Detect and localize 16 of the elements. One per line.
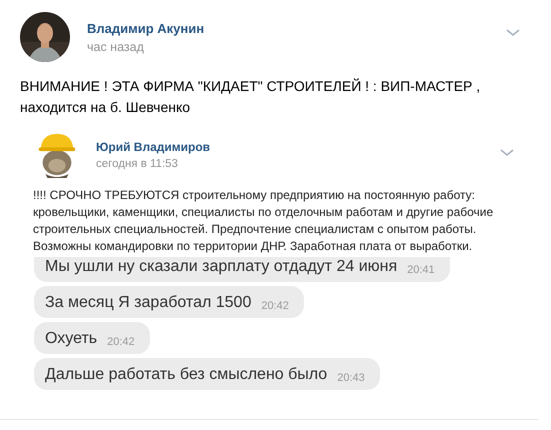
message-text: За месяц Я заработал 1500 bbox=[45, 294, 252, 312]
post-time: час назад bbox=[87, 40, 145, 54]
message-text: Охуеть bbox=[45, 330, 98, 348]
chevron-down-icon[interactable] bbox=[499, 148, 515, 158]
message-time: 20:42 bbox=[107, 336, 135, 348]
message-time: 20:43 bbox=[337, 372, 365, 384]
author-name[interactable]: Владимир Акунин bbox=[87, 20, 505, 36]
repost-text: !!!! СРОЧНО ТРЕБУЮТСЯ строительному предприятию на постоянную работу: кровельщики, каменщики, специалисты по отделочным работам и другие рабочие строительных специальностей. Предпочтение специалистам с опытом работы. Возможны командировки по территории ДНР. Заработная плата от выработки. bbox=[33, 187, 494, 255]
chevron-down-icon[interactable] bbox=[505, 28, 521, 38]
post-text: ВНИМАНИЕ ! ЭТА ФИРМА "КИДАЕТ" СТРОИТЕЛЕЙ ! : ВИП-МАСТЕР , находится на б. Шевченко bbox=[20, 77, 482, 117]
message-time: 20:41 bbox=[407, 264, 435, 276]
author-name[interactable]: Юрий Владимиров bbox=[96, 140, 499, 154]
message-text: Мы ушли ну сказали зарплату отдадут 24 июня bbox=[45, 258, 398, 276]
message-time: 20:42 bbox=[261, 300, 289, 312]
message-text: Дальше работать без смыслено было bbox=[45, 366, 328, 384]
post-time: сегодня в 11:53 bbox=[96, 158, 179, 170]
